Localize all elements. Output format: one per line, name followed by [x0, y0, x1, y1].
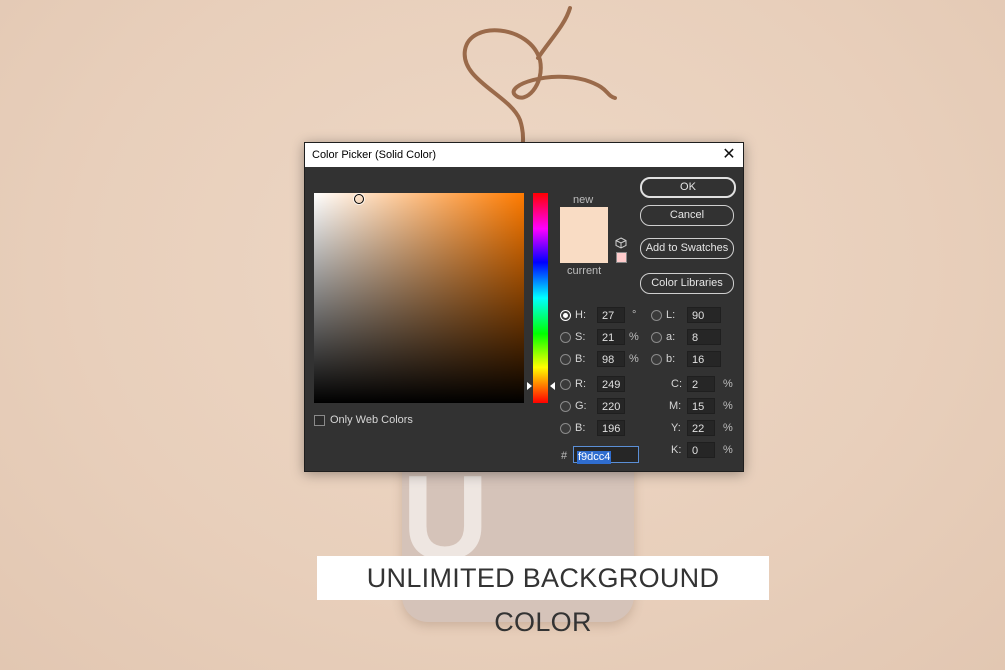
caption-banner: UNLIMITED BACKGROUND COLOR: [317, 556, 769, 637]
input-m[interactable]: 15: [687, 398, 715, 414]
radio-lab-b[interactable]: [651, 354, 662, 365]
radio-g[interactable]: [560, 401, 571, 412]
unit-m: %: [723, 400, 733, 412]
input-brightness[interactable]: 98: [597, 351, 625, 367]
new-color-swatch: [560, 207, 608, 235]
current-label: current: [567, 265, 602, 277]
new-label: new: [573, 194, 594, 206]
ok-button[interactable]: OK: [640, 177, 736, 198]
label-s: S:: [575, 331, 586, 343]
label-k: K:: [671, 444, 682, 456]
label-g: G:: [575, 400, 587, 412]
unit-c: %: [723, 378, 733, 390]
color-libraries-button[interactable]: Color Libraries: [640, 273, 734, 294]
color-picker-dialog: Color Picker (Solid Color) ✕ new current…: [304, 142, 744, 472]
label-brightness: B:: [575, 353, 586, 365]
radio-a[interactable]: [651, 332, 662, 343]
dialog-title: Color Picker (Solid Color): [312, 149, 437, 161]
label-h: H:: [575, 309, 586, 321]
unit-brightness: %: [629, 353, 639, 365]
label-r: R:: [575, 378, 586, 390]
hue-slider-handle-left[interactable]: [527, 382, 532, 390]
radio-s[interactable]: [560, 332, 571, 343]
title-bar[interactable]: Color Picker (Solid Color) ✕: [305, 143, 743, 167]
radio-l[interactable]: [651, 310, 662, 321]
radio-brightness[interactable]: [560, 354, 571, 365]
label-lab-b: b:: [666, 353, 676, 365]
input-k[interactable]: 0: [687, 442, 715, 458]
unit-h: °: [632, 309, 637, 321]
color-field-marker[interactable]: [354, 194, 364, 204]
hex-prefix: #: [561, 450, 568, 462]
input-r[interactable]: 249: [597, 376, 625, 392]
unit-s: %: [629, 331, 639, 343]
hue-slider[interactable]: [533, 193, 548, 403]
input-s[interactable]: 21: [597, 329, 625, 345]
input-h[interactable]: 27: [597, 307, 625, 323]
input-blue[interactable]: 196: [597, 420, 625, 436]
label-a: a:: [666, 331, 676, 343]
color-field[interactable]: [314, 193, 524, 403]
label-m: M:: [669, 400, 682, 412]
input-c[interactable]: 2: [687, 376, 715, 392]
close-icon[interactable]: ✕: [719, 145, 739, 165]
cube-icon[interactable]: [615, 237, 627, 249]
radio-blue[interactable]: [560, 423, 571, 434]
only-web-colors-checkbox[interactable]: [314, 415, 325, 426]
hue-slider-handle-right[interactable]: [550, 382, 555, 390]
input-y[interactable]: 22: [687, 420, 715, 436]
input-g[interactable]: 220: [597, 398, 625, 414]
label-l: L:: [666, 309, 676, 321]
unit-y: %: [723, 422, 733, 434]
label-c: C:: [671, 378, 682, 390]
add-to-swatches-button[interactable]: Add to Swatches: [640, 238, 734, 259]
hex-input[interactable]: f9dcc4: [573, 446, 639, 464]
web-safe-color-chip[interactable]: [616, 252, 627, 263]
current-color-swatch[interactable]: [560, 235, 608, 263]
hex-value: f9dcc4: [577, 451, 612, 464]
only-web-colors-label: Only Web Colors: [330, 414, 413, 426]
input-l[interactable]: 90: [687, 307, 721, 323]
label-y: Y:: [671, 422, 681, 434]
input-a[interactable]: 8: [687, 329, 721, 345]
radio-h[interactable]: [560, 310, 571, 321]
radio-r[interactable]: [560, 379, 571, 390]
label-blue: B:: [575, 422, 586, 434]
input-lab-b[interactable]: 16: [687, 351, 721, 367]
unit-k: %: [723, 444, 733, 456]
cancel-button[interactable]: Cancel: [640, 205, 734, 226]
